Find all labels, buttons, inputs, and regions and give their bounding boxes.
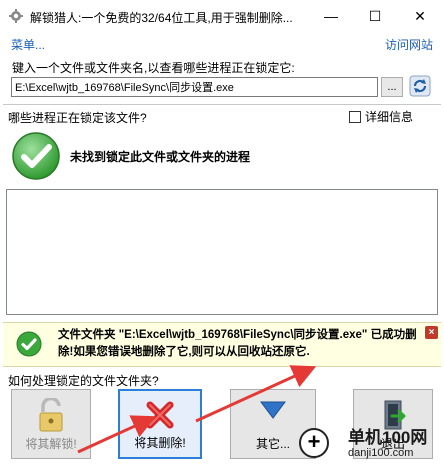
minimize-button[interactable]: — xyxy=(311,0,351,32)
path-prompt-label: 键入一个文件或文件夹名,以查看哪些进程正在锁定它: xyxy=(12,61,295,75)
how-handle-label: 如何处理锁定的文件文件夹? xyxy=(8,374,159,388)
separator xyxy=(3,104,441,105)
browse-button[interactable]: ... xyxy=(381,77,403,97)
unlock-label: 将其解锁! xyxy=(25,437,77,451)
process-list[interactable] xyxy=(6,189,438,315)
title-bar: 解锁猎人:一个免费的32/64位工具,用于强制删除... — ☐ ✕ xyxy=(0,0,444,32)
notice-check-icon xyxy=(16,331,42,357)
watermark-name: 单机100网 xyxy=(348,428,428,447)
watermark-url: danji100.com xyxy=(348,447,414,459)
notice-close-icon[interactable]: × xyxy=(425,326,438,339)
window-title: 解锁猎人:一个免费的32/64位工具,用于强制删除... xyxy=(30,11,293,25)
app-gear-icon xyxy=(9,9,23,23)
delete-x-icon xyxy=(146,401,174,429)
result-panel: 未找到锁定此文件或文件夹的进程 xyxy=(6,126,438,186)
menu-link[interactable]: 菜单... xyxy=(11,36,45,53)
path-input[interactable] xyxy=(11,77,378,97)
detail-toggle[interactable]: 详细信息 xyxy=(349,108,413,125)
delete-label: 将其删除! xyxy=(134,436,186,450)
unlock-padlock-icon xyxy=(39,398,63,432)
locking-question-label: 哪些进程正在锁定该文件? xyxy=(8,111,147,125)
detail-checkbox[interactable] xyxy=(349,110,361,123)
refresh-icon[interactable] xyxy=(409,75,431,97)
detail-label: 详细信息 xyxy=(365,110,414,124)
dropdown-triangle-icon xyxy=(260,401,286,419)
visit-website-link[interactable]: 访问网站 xyxy=(385,36,433,53)
delete-button[interactable]: 将其删除! xyxy=(118,389,202,459)
success-notice: 文件文件夹 "E:\Excel\wjtb_169768\FileSync\同步设… xyxy=(3,322,441,367)
close-button[interactable]: ✕ xyxy=(400,0,440,32)
result-message: 未找到锁定此文件或文件夹的进程 xyxy=(70,150,251,164)
zoom-plus-icon: + xyxy=(299,428,329,458)
success-check-icon xyxy=(12,132,60,180)
site-watermark: 单机100网 danji100.com xyxy=(330,420,444,466)
notice-message: 文件文件夹 "E:\Excel\wjtb_169768\FileSync\同步设… xyxy=(58,329,417,358)
unlock-button[interactable]: 将其解锁! xyxy=(11,389,91,459)
maximize-button[interactable]: ☐ xyxy=(355,0,395,32)
main-panel: 菜单... 访问网站 键入一个文件或文件夹名,以查看哪些进程正在锁定它: ...… xyxy=(3,32,441,464)
